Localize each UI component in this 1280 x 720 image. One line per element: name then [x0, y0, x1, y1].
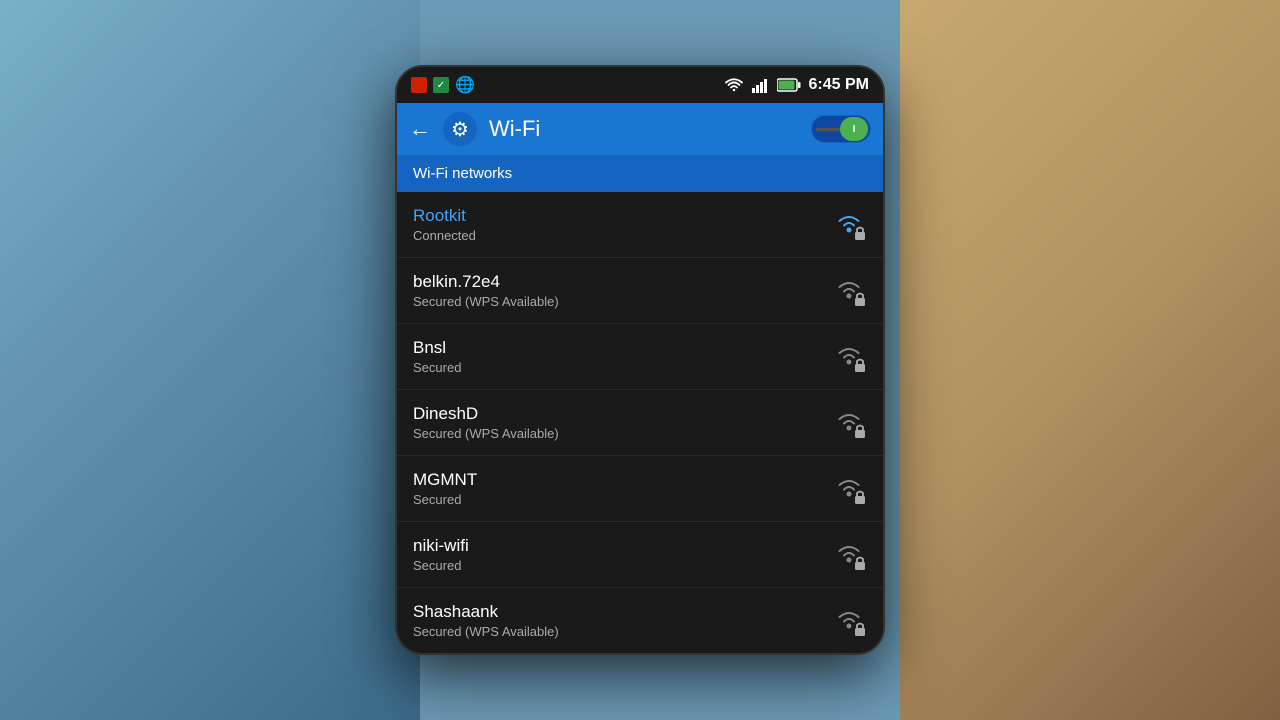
- network-item[interactable]: MGMNT Secured: [397, 456, 883, 522]
- wifi-signal-icon: [831, 604, 867, 638]
- notification-icon-green: ✓: [433, 77, 449, 93]
- network-info: DineshD Secured (WPS Available): [413, 404, 559, 441]
- network-info: MGMNT Secured: [413, 470, 477, 507]
- signal-icon: [751, 77, 769, 93]
- network-item[interactable]: DineshD Secured (WPS Available): [397, 390, 883, 456]
- network-item[interactable]: belkin.72e4 Secured (WPS Available): [397, 258, 883, 324]
- phone: ✓ 🌐: [395, 65, 885, 655]
- phone-wrapper: ✓ 🌐: [395, 65, 885, 655]
- network-name: Bnsl: [413, 338, 461, 358]
- settings-gear-icon: ⚙: [443, 112, 477, 146]
- app-bar-title: Wi-Fi: [489, 116, 799, 142]
- network-item[interactable]: Rootkit Connected: [397, 192, 883, 258]
- wifi-status-icon: [725, 77, 743, 93]
- network-name: Shashaank: [413, 602, 559, 622]
- background-right: [900, 0, 1280, 720]
- network-status: Secured: [413, 558, 469, 573]
- background-left: [0, 0, 420, 720]
- network-info: Rootkit Connected: [413, 206, 476, 243]
- section-header: Wi-Fi networks: [397, 155, 883, 192]
- network-name: belkin.72e4: [413, 272, 559, 292]
- network-item[interactable]: Bnsl Secured: [397, 324, 883, 390]
- status-bar: ✓ 🌐: [397, 67, 883, 103]
- network-info: niki-wifi Secured: [413, 536, 469, 573]
- network-status: Secured (WPS Available): [413, 426, 559, 441]
- network-info: Shashaank Secured (WPS Available): [413, 602, 559, 639]
- toggle-knob: I: [840, 117, 868, 141]
- wifi-signal-icon: [831, 406, 867, 440]
- network-name: DineshD: [413, 404, 559, 424]
- network-name: niki-wifi: [413, 536, 469, 556]
- wifi-signal-icon: [831, 274, 867, 308]
- network-status: Secured (WPS Available): [413, 294, 559, 309]
- network-item[interactable]: niki-wifi Secured: [397, 522, 883, 588]
- network-status: Secured: [413, 492, 477, 507]
- back-button[interactable]: ←: [409, 116, 431, 142]
- network-name: Rootkit: [413, 206, 476, 226]
- status-icons-left: ✓ 🌐: [411, 75, 475, 95]
- wifi-signal-icon: [831, 472, 867, 506]
- network-status: Secured (WPS Available): [413, 624, 559, 639]
- wifi-signal-icon: [831, 340, 867, 374]
- network-list: Rootkit Connected belkin.72e4 Secured (WPS …: [397, 192, 883, 653]
- notification-icon-red: [411, 77, 427, 93]
- network-item[interactable]: Shashaank Secured (WPS Available): [397, 588, 883, 653]
- wifi-signal-icon: [831, 208, 867, 242]
- network-info: belkin.72e4 Secured (WPS Available): [413, 272, 559, 309]
- wifi-signal-icon: [831, 538, 867, 572]
- time-display: 6:45 PM: [809, 76, 869, 94]
- app-bar: ← ⚙ Wi-Fi I: [397, 103, 883, 155]
- network-name: MGMNT: [413, 470, 477, 490]
- battery-icon: [777, 78, 801, 92]
- network-status: Secured: [413, 360, 461, 375]
- globe-icon: 🌐: [455, 75, 475, 95]
- wifi-toggle[interactable]: I: [811, 115, 871, 143]
- toggle-track-left: [816, 128, 840, 131]
- status-icons-right: 6:45 PM: [725, 76, 869, 94]
- network-info: Bnsl Secured: [413, 338, 461, 375]
- network-status: Connected: [413, 228, 476, 243]
